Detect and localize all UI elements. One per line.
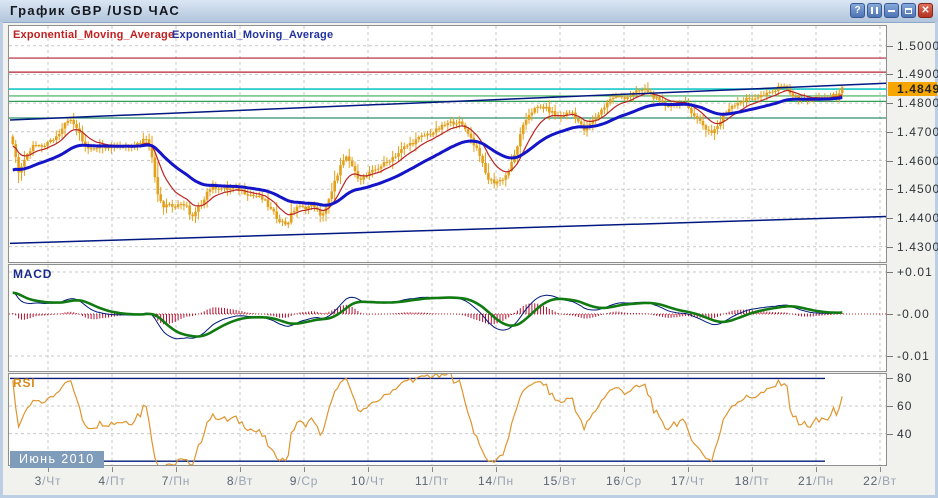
axis-tick-mark [887,314,893,315]
price-tick-label: 1.4300 [887,240,938,254]
help-button[interactable]: ? [850,3,865,18]
date-tick-mark [624,467,625,472]
date-label: 22/Вт [852,474,908,488]
macd-tick-label: +0.01 [887,265,938,279]
rsi-tick-label: 40 [887,427,938,441]
month-badge: Июнь 2010 [10,451,104,468]
axis-tick-mark [887,103,893,104]
price-tick-label: 1.4400 [887,211,938,225]
rsi-label: RSI [13,376,35,390]
ema-slow-legend: Exponential_Moving_Average [172,29,333,41]
price-chart-panel[interactable]: Exponential_Moving_Average Exponential_M… [8,25,887,263]
axis-tick-mark [887,132,893,133]
axis-tick-mark [887,406,893,407]
price-tick-label: 1.4600 [887,154,938,168]
date-label: 9/Ср [276,474,332,488]
axis-tick-mark [887,46,893,47]
macd-tick-label: -0.01 [887,349,938,363]
price-chart-svg [9,26,886,262]
date-label: 11/Пт [404,474,460,488]
date-label: 4/Пт [84,474,140,488]
date-tick-mark [176,467,177,472]
axis-tick-mark [887,272,893,273]
price-axis: 1.4849 1.5000 1.4900 1.4800 1.4700 1.4600 1.4… [887,0,938,498]
date-tick-mark [880,467,881,472]
date-tick-mark [496,467,497,472]
date-tick-mark [560,467,561,472]
macd-label: MACD [13,267,52,281]
date-axis: 3/Чт 4/Пт 7/Пн 8/Вт 9/Ср 10/Чт 11/Пт 14/Пн 15/Вт… [0,466,938,493]
date-tick-mark [304,467,305,472]
macd-panel[interactable]: MACD [8,264,887,372]
axis-tick-mark [887,378,893,379]
date-tick-mark [688,467,689,472]
help-icon: ? [854,5,860,16]
rsi-chart-svg [9,374,886,465]
date-label: 14/Пн [468,474,524,488]
axis-tick-mark [887,74,893,75]
date-label: 16/Ср [596,474,652,488]
axis-tick-mark [887,247,893,248]
axis-tick-mark [887,161,893,162]
macd-tick-label: -0.00 [887,307,938,321]
pause-icon [871,7,878,14]
window-frame-left [0,22,3,498]
price-tick-label: 1.5000 [887,39,938,53]
axis-tick-mark [887,356,893,357]
axis-tick-mark [887,434,893,435]
ema-fast-legend: Exponential_Moving_Average [13,29,174,41]
date-tick-mark [368,467,369,472]
ema-fast-line [13,90,842,214]
date-tick-mark [240,467,241,472]
price-tick-label: 1.4700 [887,125,938,139]
date-label: 17/Чт [660,474,716,488]
candles-group [12,82,844,228]
date-label: 15/Вт [532,474,588,488]
pause-button[interactable] [867,3,882,18]
rsi-tick-label: 80 [887,371,938,385]
date-label: 8/Вт [212,474,268,488]
price-tick-label: 1.4500 [887,182,938,196]
axis-tick-mark [887,189,893,190]
date-tick-mark [432,467,433,472]
date-label: 3/Чт [20,474,76,488]
date-label: 7/Пн [148,474,204,488]
current-price-tag: 1.4849 [888,82,937,96]
axis-tick-mark [887,218,893,219]
titlebar[interactable]: График GBP /USD ЧАС ? ✕ [0,0,938,23]
window-title: График GBP /USD ЧАС [10,0,180,22]
lower-channel-trendline [10,217,886,244]
date-label: 10/Чт [340,474,396,488]
rsi-line [13,374,842,465]
date-tick-mark [112,467,113,472]
rsi-panel[interactable]: RSI [8,373,887,466]
rsi-tick-label: 60 [887,399,938,413]
price-tick-label: 1.4900 [887,67,938,81]
chart-window: График GBP /USD ЧАС ? ✕ Exponential_Movi… [0,0,938,498]
date-tick-mark [752,467,753,472]
date-label: 21/Пн [788,474,844,488]
date-label: 18/Пт [724,474,780,488]
macd-chart-svg [9,265,886,371]
price-tick-label: 1.4800 [887,96,938,110]
date-tick-mark [816,467,817,472]
